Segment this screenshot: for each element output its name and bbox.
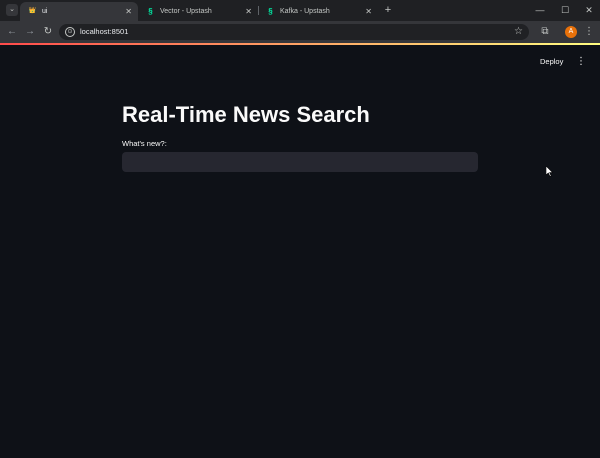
minimize-icon[interactable]: — bbox=[533, 3, 547, 17]
forward-icon[interactable]: → bbox=[23, 25, 37, 39]
reload-icon[interactable]: ↻ bbox=[41, 25, 55, 39]
maximize-icon[interactable]: ☐ bbox=[558, 3, 572, 17]
puzzle-icon[interactable]: ⧉ bbox=[538, 25, 552, 39]
search-input[interactable] bbox=[122, 152, 478, 172]
upstash-favicon-icon: § bbox=[268, 7, 273, 16]
profile-avatar[interactable]: A bbox=[565, 26, 577, 38]
close-window-icon[interactable]: ✕ bbox=[582, 3, 596, 17]
search-label: What's new?: bbox=[122, 139, 167, 148]
kebab-menu-icon[interactable]: ⋮ bbox=[576, 55, 586, 69]
streamlit-app: Deploy ⋮ Real-Time News Search What's ne… bbox=[0, 45, 600, 458]
tab-title: Kafka - Upstash bbox=[280, 8, 330, 15]
tab-close-icon[interactable]: ✕ bbox=[125, 2, 132, 21]
tab-close-icon[interactable]: ✕ bbox=[245, 2, 252, 21]
tab-vector-upstash[interactable]: § Vector - Upstash ✕ bbox=[138, 2, 258, 21]
streamlit-favicon-icon: 👑 bbox=[28, 8, 37, 14]
back-icon[interactable]: ← bbox=[5, 25, 19, 39]
site-info-icon[interactable]: ⊙ bbox=[65, 27, 75, 37]
browser-menu-icon[interactable]: ⋮ bbox=[584, 25, 594, 39]
tab-title: ui bbox=[42, 8, 48, 15]
tab-kafka-upstash[interactable]: § Kafka - Upstash ✕ bbox=[258, 2, 378, 21]
tab-search-icon[interactable]: ⌄ bbox=[6, 4, 18, 16]
star-icon[interactable]: ☆ bbox=[514, 24, 523, 40]
tab-strip: ⌄ 👑 ui ✕ § Vector - Upstash ✕ § Kafka - … bbox=[0, 0, 600, 21]
tab-title: Vector - Upstash bbox=[160, 8, 212, 15]
page-title: Real-Time News Search bbox=[122, 102, 370, 127]
address-bar[interactable]: ⊙ localhost:8501 ☆ bbox=[59, 24, 529, 40]
upstash-favicon-icon: § bbox=[148, 7, 153, 16]
new-tab-button[interactable]: + bbox=[382, 3, 394, 17]
tab-ui[interactable]: 👑 ui ✕ bbox=[20, 2, 138, 21]
tab-close-icon[interactable]: ✕ bbox=[365, 2, 372, 21]
browser-toolbar: ← → ↻ ⊙ localhost:8501 ☆ ⧉ A ⋮ bbox=[0, 21, 600, 43]
deploy-button[interactable]: Deploy bbox=[540, 55, 563, 69]
address-url[interactable]: localhost:8501 bbox=[80, 24, 128, 40]
